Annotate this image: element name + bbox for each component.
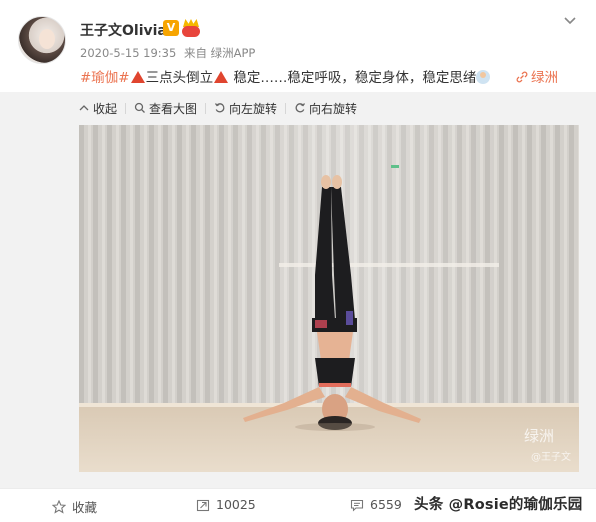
warning-triangle-icon bbox=[130, 71, 145, 83]
rotate-left-button[interactable]: 向左旋转 bbox=[214, 100, 277, 117]
post-text-segment-1: 三点头倒立 bbox=[145, 70, 214, 86]
toolbar-divider bbox=[205, 102, 207, 114]
post-text-segment-2: 稳定……稳定呼吸，稳定身体，稳定思绪 bbox=[229, 70, 477, 86]
oasis-watermark: 绿洲 bbox=[524, 427, 555, 445]
media-area: 收起 查看大图 向左旋转 向右旋转 绿洲 @王子文 bbox=[0, 92, 596, 488]
post-header: 王子文Olivia V 2020-5-15 19:35 来自 绿洲APP #瑜伽… bbox=[0, 0, 596, 92]
comment-button[interactable]: 6559 bbox=[350, 497, 402, 512]
rotate-left-label: 向左旋转 bbox=[229, 101, 278, 116]
repost-icon bbox=[196, 499, 210, 511]
post-text: #瑜伽# 三点头倒立 稳定……稳定呼吸，稳定身体，稳定思绪 bbox=[80, 66, 491, 86]
rotate-right-button[interactable]: 向右旋转 bbox=[294, 100, 357, 117]
star-icon bbox=[52, 499, 66, 514]
meditation-emoji-icon bbox=[476, 70, 491, 84]
toutiao-source-watermark: 头条 @Rosie的瑜伽乐园 bbox=[414, 497, 583, 513]
rotate-right-icon bbox=[295, 103, 306, 113]
repost-count: 10025 bbox=[216, 497, 256, 512]
view-large-label: 查看大图 bbox=[149, 101, 198, 116]
location-link-icon bbox=[516, 71, 528, 83]
post-source: 来自 绿洲APP bbox=[183, 46, 256, 60]
toolbar-divider bbox=[125, 102, 127, 114]
rotate-left-icon bbox=[215, 103, 225, 113]
magnifier-icon bbox=[134, 102, 145, 113]
collapse-label: 收起 bbox=[93, 101, 118, 116]
post-photo[interactable]: 绿洲 @王子文 bbox=[79, 125, 579, 472]
collapse-button[interactable]: 收起 bbox=[78, 100, 117, 117]
avatar[interactable] bbox=[18, 16, 66, 64]
warning-triangle-icon bbox=[214, 71, 229, 83]
favorite-label: 收藏 bbox=[72, 500, 98, 515]
toolbar-divider bbox=[285, 102, 287, 114]
repost-button[interactable]: 10025 bbox=[196, 497, 256, 512]
comment-count: 6559 bbox=[370, 497, 402, 512]
comment-icon bbox=[350, 499, 364, 512]
post-meta: 2020-5-15 19:35 来自 绿洲APP bbox=[80, 45, 259, 61]
view-large-button[interactable]: 查看大图 bbox=[134, 100, 197, 117]
topic-link[interactable]: #瑜伽# bbox=[80, 70, 130, 86]
location-link[interactable]: 绿洲 bbox=[516, 66, 558, 86]
favorite-button[interactable]: 收藏 bbox=[52, 497, 97, 516]
avatar-face bbox=[39, 29, 55, 49]
image-toolbar: 收起 查看大图 向左旋转 向右旋转 bbox=[78, 99, 365, 117]
rotate-right-label: 向右旋转 bbox=[309, 101, 358, 116]
fan-crown-badge-icon[interactable] bbox=[181, 19, 201, 37]
verified-badge[interactable]: V bbox=[163, 20, 179, 36]
collapse-icon bbox=[79, 105, 89, 111]
post-timestamp[interactable]: 2020-5-15 19:35 bbox=[80, 46, 176, 60]
chevron-down-icon[interactable] bbox=[563, 14, 577, 28]
user-watermark: @王子文 bbox=[531, 452, 571, 463]
username[interactable]: 王子文Olivia bbox=[80, 20, 167, 40]
location-label: 绿洲 bbox=[531, 70, 558, 86]
yoga-headstand-photo bbox=[79, 125, 579, 472]
